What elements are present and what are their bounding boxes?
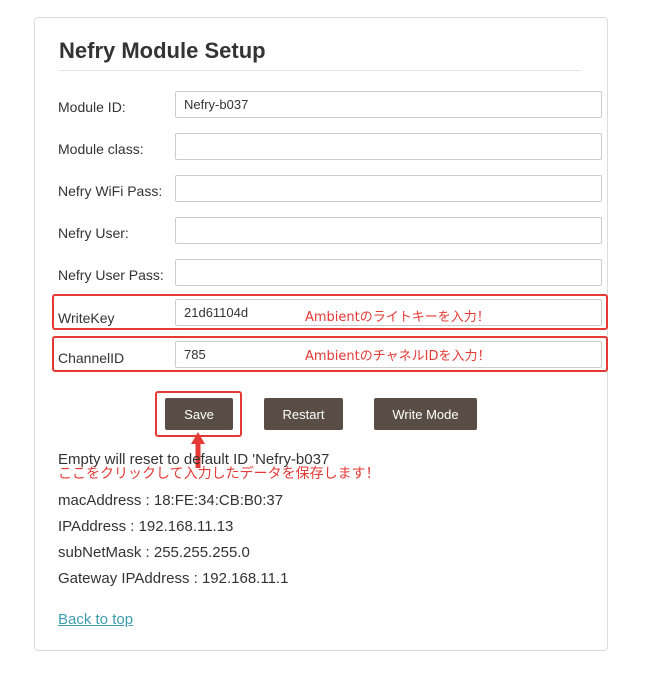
nefry-user-row: Nefry User: [58,217,602,247]
writekey-annotation: Ambientのライトキーを入力！ [305,310,490,325]
wifi-pass-row: Nefry WiFi Pass: [58,175,602,205]
wifi-pass-label: Nefry WiFi Pass: [58,183,163,199]
nefry-user-pass-label: Nefry User Pass: [58,267,164,283]
page-title: Nefry Module Setup [59,38,266,63]
module-class-input[interactable] [175,133,602,160]
save-button[interactable]: Save [165,398,233,430]
channelid-annotation: AmbientのチャネルIDを入力！ [305,349,491,364]
module-id-row: Module ID: [58,91,602,121]
writekey-label: WriteKey [58,310,115,326]
module-class-label: Module class: [58,141,144,157]
subnet-mask: subNetMask : 255.255.255.0 [58,544,250,561]
module-id-label: Module ID: [58,99,126,115]
back-to-top-link[interactable]: Back to top [58,611,133,628]
gateway-address: Gateway IPAddress : 192.168.11.1 [58,570,289,587]
mac-address: macAddress : 18:FE:34:CB:B0:37 [58,492,284,509]
nefry-user-label: Nefry User: [58,225,129,241]
module-class-row: Module class: [58,133,602,163]
channelid-label: ChannelID [58,350,125,366]
nefry-user-pass-row: Nefry User Pass: [58,259,602,289]
write-mode-button[interactable]: Write Mode [374,398,477,430]
nefry-user-input[interactable] [175,217,602,244]
title-divider [59,70,581,71]
restart-button[interactable]: Restart [264,398,343,430]
module-id-input[interactable] [175,91,602,118]
ip-address: IPAddress : 192.168.11.13 [58,518,234,535]
save-annotation: ここをクリックして入力したデータを保存します！ [58,466,380,482]
wifi-pass-input[interactable] [175,175,602,202]
nefry-user-pass-input[interactable] [175,259,602,286]
